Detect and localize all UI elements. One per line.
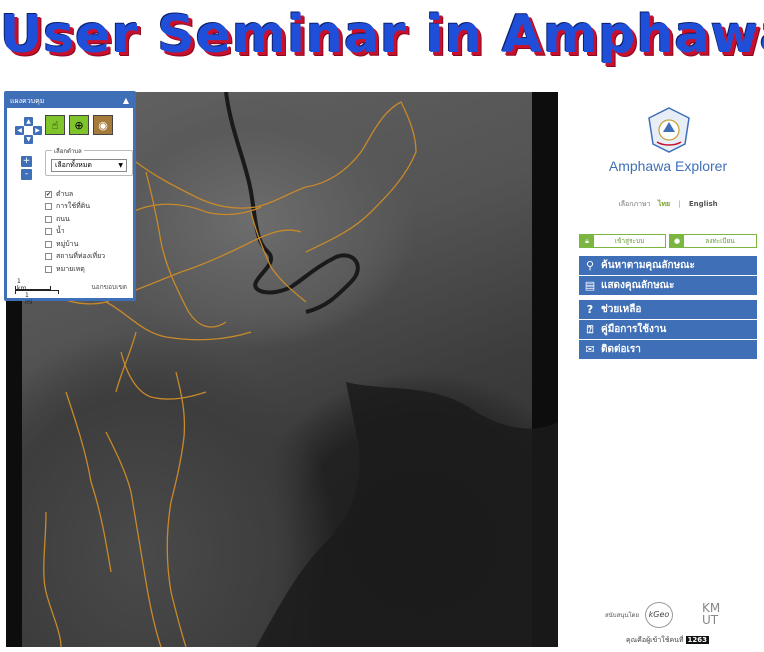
layer-label: หมายเหตุ — [56, 264, 85, 273]
layer-item[interactable]: หมายเหตุ — [45, 263, 105, 276]
layer-checkbox[interactable] — [45, 240, 52, 248]
layer-item[interactable]: สถานที่ท่องเที่ยว — [45, 251, 105, 264]
kgeo-logo: kGeo — [645, 602, 673, 628]
hand-pointer-icon[interactable]: ☝ — [45, 115, 65, 135]
lock-icon: 🔒︎ — [580, 235, 594, 247]
subdistrict-select-group: เลือกตำบล เลือกทั้งหมด ▼ — [45, 146, 133, 176]
login-label: เข้าสู่ระบบ — [614, 237, 645, 245]
user-icon: ● — [670, 235, 684, 247]
search-attribute-button[interactable]: ⚲ ค้นหาตามคุณลักษณะ — [579, 256, 757, 275]
language-selector: เลือกภาษา ไทย | English — [578, 199, 758, 210]
register-button[interactable]: ● ลงทะเบียน — [669, 234, 757, 248]
river-line — [224, 92, 360, 314]
lang-thai-link[interactable]: ไทย — [658, 200, 670, 208]
panel-header-label: แผงควบคุม — [10, 97, 45, 105]
show-attribute-button[interactable]: ▤ แสดงคุณลักษณะ — [579, 276, 757, 295]
manual-icon: ⍰ — [586, 323, 594, 336]
scale-mi-bar — [15, 290, 59, 294]
arrow-right-icon[interactable]: ▶ — [33, 126, 42, 135]
sea-area — [256, 382, 558, 647]
menu-label: แสดงคุณลักษณะ — [601, 280, 675, 291]
layer-item[interactable]: ถนน — [45, 213, 105, 226]
layer-label: ถนน — [56, 214, 70, 223]
menu-label: ติดต่อเรา — [601, 344, 641, 355]
measure-tape-icon[interactable]: ◉ — [93, 115, 113, 135]
layer-item[interactable]: น้ำ — [45, 226, 105, 239]
chevron-up-icon[interactable]: ▲ — [123, 94, 129, 108]
app-title: Amphawa Explorer — [608, 158, 728, 174]
document-icon: ▤ — [584, 279, 596, 292]
select-legend: เลือกตำบล — [52, 146, 84, 156]
visitor-counter: คุณคือผู้เข้าใช้คนที่ 1263 — [626, 635, 710, 646]
subdistrict-select[interactable]: เลือกทั้งหมด ▼ — [51, 159, 127, 172]
menu-label: ค้นหาตามคุณลักษณะ — [601, 260, 695, 271]
partner-sponsor-text: สนับสนุนโดย — [605, 612, 640, 619]
layer-list: ✔ ตำบล การใช้ที่ดิน ถนน น้ำ หมู่บ้าน สถาน… — [45, 188, 105, 276]
mail-icon: ✉ — [585, 343, 595, 356]
layer-checkbox[interactable] — [45, 215, 52, 223]
magnifier-zoom-icon[interactable]: ⊕ — [69, 115, 89, 135]
contact-button[interactable]: ✉ ติดต่อเรา — [579, 340, 757, 359]
layer-item[interactable]: การใช้ที่ดิน — [45, 201, 105, 214]
manual-button[interactable]: ⍰ คู่มือการใช้งาน — [579, 320, 757, 339]
arrow-left-icon[interactable]: ◀ — [15, 126, 24, 135]
help-icon: ? — [586, 303, 594, 316]
select-value: เลือกทั้งหมด — [55, 161, 92, 169]
register-label: ลงทะเบียน — [705, 237, 735, 245]
partner-logos: สนับสนุนโดย kGeo KM UT — [605, 600, 735, 630]
zoom-in-button[interactable]: + — [21, 156, 32, 167]
login-button[interactable]: 🔒︎ เข้าสู่ระบบ — [579, 234, 666, 248]
search-icon: ⚲ — [585, 259, 595, 272]
layer-checkbox[interactable]: ✔ — [45, 190, 52, 198]
panel-header[interactable]: แผงควบคุม ▲ — [7, 94, 133, 108]
menu-label: คู่มือการใช้งาน — [601, 324, 667, 335]
layer-control-panel: แผงควบคุม ▲ ▲ ◀ ▶ ▼ + - ☝ ⊕ ◉ เลือกตำบล … — [4, 91, 136, 306]
layer-label: หมู่บ้าน — [56, 239, 79, 248]
pan-control[interactable]: ▲ ◀ ▶ ▼ — [15, 117, 43, 145]
language-label: เลือกภาษา — [618, 200, 651, 208]
visitor-count: 1263 — [685, 636, 710, 644]
layer-checkbox[interactable] — [45, 228, 52, 236]
layer-label: น้ำ — [56, 227, 65, 236]
arrow-down-icon[interactable]: ▼ — [24, 135, 33, 144]
layer-item[interactable]: หมู่บ้าน — [45, 238, 105, 251]
zoom-out-button[interactable]: - — [21, 169, 32, 180]
layer-label: สถานที่ท่องเที่ยว — [56, 252, 106, 261]
layer-label: การใช้ที่ดิน — [56, 202, 91, 211]
chevron-down-icon: ▼ — [118, 162, 123, 169]
layer-label: ตำบล — [56, 189, 74, 198]
layer-item[interactable]: ✔ ตำบล — [45, 188, 105, 201]
outside-boundary-label: นอกขอบเขต — [91, 283, 127, 291]
kmutt-logo: KM UT — [702, 601, 721, 627]
banner-title: User Seminar in Amphawa — [0, 5, 764, 65]
scale-mi-label: 1 mi — [25, 292, 33, 306]
university-emblem-icon — [648, 107, 690, 153]
lang-separator: | — [678, 200, 681, 208]
arrow-up-icon[interactable]: ▲ — [24, 117, 33, 126]
menu-label: ช่วยเหลือ — [601, 304, 642, 315]
visitor-label: คุณคือผู้เข้าใช้คนที่ — [626, 636, 684, 644]
lang-english-link[interactable]: English — [689, 200, 718, 208]
layer-checkbox[interactable] — [45, 253, 52, 261]
layer-checkbox[interactable] — [45, 265, 52, 273]
help-button[interactable]: ? ช่วยเหลือ — [579, 300, 757, 319]
layer-checkbox[interactable] — [45, 203, 52, 211]
